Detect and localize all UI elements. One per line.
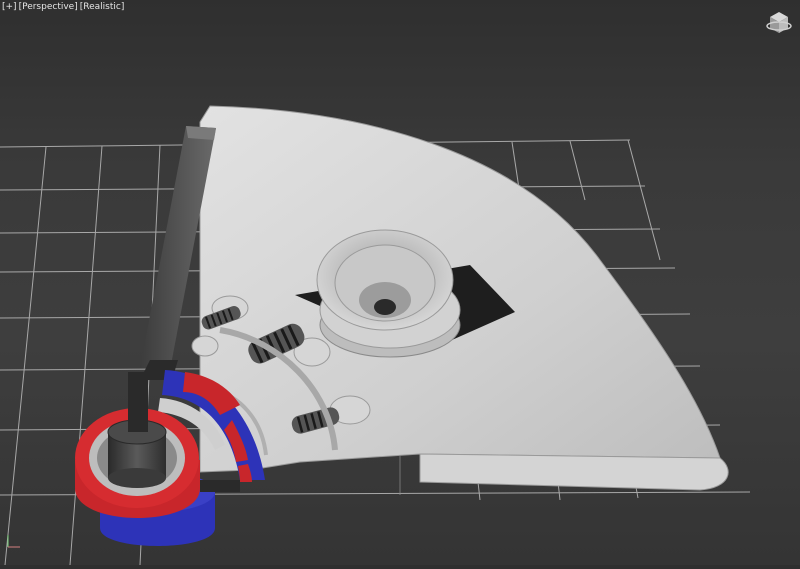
axis-tripod-icon [7,535,20,548]
viewport-general-menu[interactable]: [+] [2,2,17,13]
cup-boss [316,229,461,358]
viewcube-home-icon[interactable] [766,10,792,36]
viewport-label-menu[interactable]: [+] [Perspective] [Realistic] [2,2,124,13]
viewport-shading-menu[interactable]: [Realistic] [80,2,125,13]
perspective-viewport[interactable]: [+] [Perspective] [Realistic] [0,0,800,566]
viewport-point-of-view-menu[interactable]: [Perspective] [19,2,78,13]
viewport-scene[interactable] [0,0,800,566]
plate-edge [419,453,729,491]
